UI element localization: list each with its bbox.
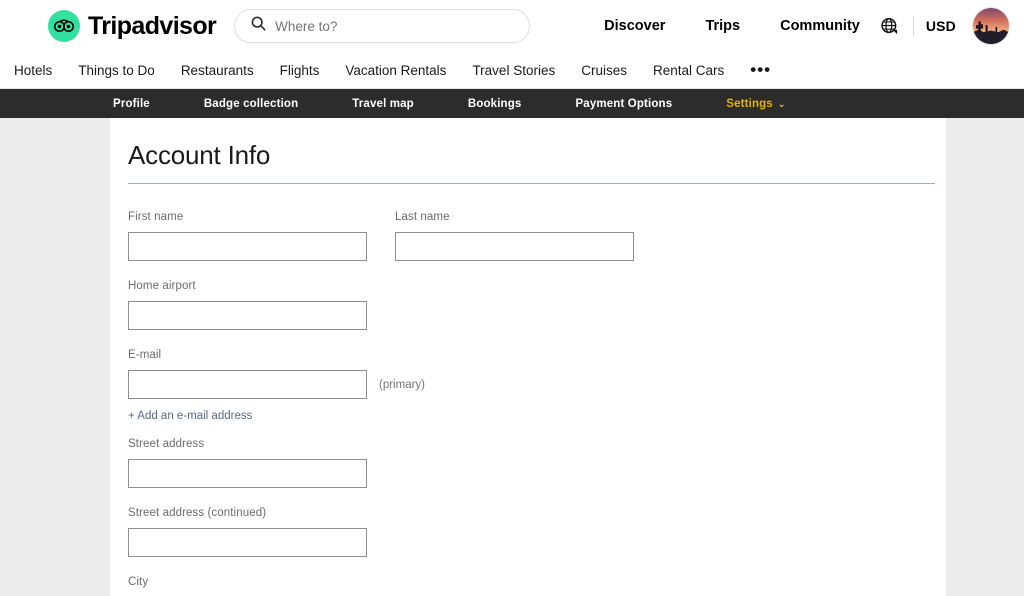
header-divider bbox=[912, 16, 914, 36]
brand-logo[interactable]: Tripadvisor bbox=[48, 10, 217, 42]
home-airport-group: Home airport bbox=[128, 280, 946, 330]
tab-badge-collection[interactable]: Badge collection bbox=[204, 98, 298, 110]
tab-bookings[interactable]: Bookings bbox=[468, 98, 522, 110]
page-body: Account Info First name Last name Home a… bbox=[0, 118, 1024, 596]
search-input[interactable] bbox=[275, 18, 514, 34]
more-options-icon[interactable]: ••• bbox=[750, 61, 771, 78]
header-nav-community[interactable]: Community bbox=[780, 18, 860, 34]
street-address-continued-group: Street address (continued) bbox=[128, 507, 946, 557]
title-underline bbox=[128, 183, 935, 184]
home-airport-input[interactable] bbox=[128, 301, 367, 330]
tab-travel-map[interactable]: Travel map bbox=[352, 98, 414, 110]
page-title: Account Info bbox=[128, 140, 271, 170]
header-nav-discover[interactable]: Discover bbox=[604, 18, 665, 34]
cat-nav-things-to-do[interactable]: Things to Do bbox=[78, 63, 155, 78]
cat-nav-hotels[interactable]: Hotels bbox=[14, 63, 52, 78]
cat-nav-restaurants[interactable]: Restaurants bbox=[181, 63, 254, 78]
city-group: City bbox=[128, 576, 946, 596]
street-address-continued-input[interactable] bbox=[128, 528, 367, 557]
avatar[interactable] bbox=[972, 7, 1010, 45]
first-name-label: First name bbox=[128, 211, 184, 223]
globe-icon[interactable] bbox=[879, 15, 901, 37]
search-icon bbox=[251, 16, 266, 36]
cat-nav-flights[interactable]: Flights bbox=[280, 63, 320, 78]
tab-settings-label: Settings bbox=[726, 97, 773, 110]
search-box[interactable] bbox=[234, 9, 531, 43]
cat-nav-travel-stories[interactable]: Travel Stories bbox=[472, 63, 555, 78]
header-nav: Discover Trips Community bbox=[604, 18, 860, 34]
add-email-link[interactable]: + Add an e-mail address bbox=[128, 410, 252, 422]
last-name-input[interactable] bbox=[395, 232, 634, 261]
tab-payment-options[interactable]: Payment Options bbox=[575, 98, 672, 110]
email-label: E-mail bbox=[128, 349, 162, 361]
currency-selector[interactable]: USD bbox=[926, 18, 956, 34]
email-group: E-mail (primary) + Add an e-mail address bbox=[128, 349, 946, 438]
tab-profile[interactable]: Profile bbox=[113, 98, 150, 110]
email-row: (primary) bbox=[128, 370, 946, 399]
name-row: First name Last name bbox=[128, 211, 946, 261]
brand-name: Tripadvisor bbox=[88, 11, 217, 40]
category-nav: Hotels Things to Do Restaurants Flights … bbox=[0, 52, 1024, 89]
header-nav-trips[interactable]: Trips bbox=[705, 18, 740, 34]
cat-nav-cruises[interactable]: Cruises bbox=[581, 63, 627, 78]
home-airport-label: Home airport bbox=[128, 280, 196, 292]
cat-nav-rental-cars[interactable]: Rental Cars bbox=[653, 63, 724, 78]
email-primary-note: (primary) bbox=[379, 378, 425, 391]
chevron-down-icon: ⌄ bbox=[777, 99, 786, 109]
last-name-label: Last name bbox=[395, 211, 450, 223]
street-address-input[interactable] bbox=[128, 459, 367, 488]
tripadvisor-owl-icon bbox=[48, 10, 80, 42]
street-address-group: Street address bbox=[128, 438, 946, 488]
account-info-card: Account Info First name Last name Home a… bbox=[110, 118, 946, 596]
first-name-input[interactable] bbox=[128, 232, 367, 261]
top-header: Tripadvisor Discover Trips Community bbox=[0, 0, 1024, 52]
tab-settings[interactable]: Settings ⌄ bbox=[726, 98, 785, 110]
city-label: City bbox=[128, 576, 149, 588]
street-address-continued-label: Street address (continued) bbox=[128, 507, 267, 519]
header-right-controls: USD bbox=[879, 7, 1010, 45]
cat-nav-vacation-rentals[interactable]: Vacation Rentals bbox=[345, 63, 446, 78]
email-input[interactable] bbox=[128, 370, 367, 399]
last-name-group: Last name bbox=[395, 211, 634, 261]
first-name-group: First name bbox=[128, 211, 367, 261]
street-address-label: Street address bbox=[128, 438, 205, 450]
account-tab-bar: Profile Badge collection Travel map Book… bbox=[0, 89, 1024, 118]
